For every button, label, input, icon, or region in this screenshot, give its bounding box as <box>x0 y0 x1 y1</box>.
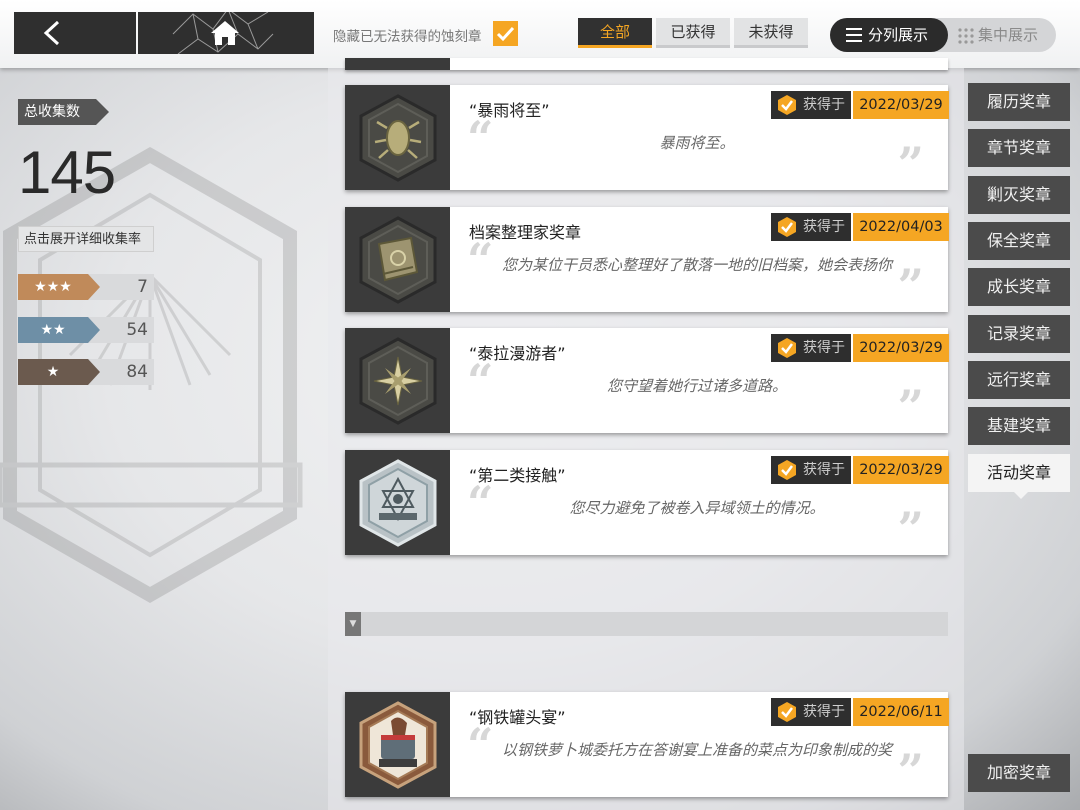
one-star-icon: ★ <box>18 359 100 385</box>
medal-card[interactable]: 档案整理家奖章 “ 您为某位干员悉心整理好了散落一地的旧档案，她会表扬你 ” 获… <box>345 207 949 313</box>
medal-description: 暴雨将至。 <box>659 134 735 152</box>
bug-emblem-icon <box>359 94 437 182</box>
rarity-count: 54 <box>126 320 148 340</box>
list-lines-icon <box>846 28 862 42</box>
medal-card[interactable]: “泰拉漫游者” “ 您守望着她行过诸多道路。 ” 获得于 2022/03/29 <box>345 328 949 434</box>
close-quote-icon: ” <box>897 502 924 556</box>
total-collected-label: 总收集数 <box>18 99 109 125</box>
collapse-handle-icon[interactable]: ▼ <box>345 612 361 636</box>
obtained-date: 2022/03/29 <box>853 334 949 362</box>
obtained-check-icon <box>778 217 796 237</box>
obtained-date: 2022/04/03 <box>853 213 949 241</box>
category-tab-event[interactable]: 活动奖章 <box>968 454 1070 499</box>
dot-grid-icon <box>958 28 974 44</box>
obtained-check-icon <box>778 338 796 358</box>
filter-tab-all[interactable]: 全部 <box>578 18 652 48</box>
rarity-count: 7 <box>137 277 148 297</box>
obtained-badge: 获得于 <box>771 698 851 726</box>
obtained-badge: 获得于 <box>771 334 851 362</box>
category-tab-base[interactable]: 基建奖章 <box>968 407 1070 445</box>
category-tab-contingency[interactable]: 保全奖章 <box>968 222 1070 260</box>
back-button[interactable] <box>14 12 136 54</box>
obtained-label: 获得于 <box>803 704 845 720</box>
holographic-emblem-icon <box>359 459 437 547</box>
section-divider[interactable]: ▼ <box>345 612 948 636</box>
close-quote-icon: ” <box>897 137 924 191</box>
category-tab-encrypted[interactable]: 加密奖章 <box>968 754 1070 792</box>
medal-icon-frame <box>345 207 450 312</box>
medal-card[interactable]: “暴雨将至” “ 暴雨将至。 ” 获得于 2022/03/29 <box>345 85 949 191</box>
category-tab-record[interactable]: 记录奖章 <box>968 315 1070 353</box>
view-mode-split-label: 分列展示 <box>868 26 929 44</box>
category-tab-growth[interactable]: 成长奖章 <box>968 268 1070 306</box>
obtained-label: 获得于 <box>803 97 845 113</box>
obtained-check-icon <box>778 460 796 480</box>
compass-star-icon <box>359 337 437 425</box>
home-button[interactable] <box>138 12 314 54</box>
rarity-count: 84 <box>126 362 148 382</box>
house-icon <box>211 21 239 45</box>
banquet-emblem-icon <box>359 701 437 789</box>
category-tab-chapter[interactable]: 章节奖章 <box>968 129 1070 167</box>
obtained-label: 获得于 <box>803 462 845 478</box>
filter-tab-not-obtained[interactable]: 未获得 <box>734 18 808 48</box>
medal-icon-frame <box>345 692 450 797</box>
obtained-check-icon <box>778 702 796 722</box>
obtained-label: 获得于 <box>803 340 845 356</box>
obtained-date: 2022/06/11 <box>853 698 949 726</box>
obtained-label: 获得于 <box>803 219 845 235</box>
expand-detail-button[interactable]: 点击展开详细收集率 <box>18 226 154 252</box>
close-quote-icon: ” <box>897 380 924 434</box>
two-star-icon: ★★ <box>18 317 100 343</box>
medal-description: 您为某位干员悉心整理好了散落一地的旧档案，她会表扬你 <box>501 256 892 274</box>
medal-card[interactable]: “钢铁罐头宴” “ 以钢铁萝卜城委托方在答谢宴上准备的菜点为印象制成的奖 ” 获… <box>345 692 949 798</box>
category-tab-voyage[interactable]: 远行奖章 <box>968 361 1070 399</box>
close-quote-icon: ” <box>897 744 924 798</box>
rarity-row-1-star: ★ 84 <box>18 359 154 385</box>
filter-tab-obtained[interactable]: 已获得 <box>656 18 730 48</box>
obtained-date: 2022/03/29 <box>853 456 949 484</box>
obtained-badge: 获得于 <box>771 213 851 241</box>
medal-card[interactable]: “第二类接触” “ 您尽力避免了被卷入异域领土的情况。 ” 获得于 2022/0… <box>345 450 949 556</box>
total-collected-count: 145 <box>18 139 116 206</box>
obtained-date: 2022/03/29 <box>853 91 949 119</box>
obtained-badge: 获得于 <box>771 91 851 119</box>
close-quote-icon: ” <box>897 259 924 313</box>
medal-icon-frame <box>345 85 450 190</box>
chevron-left-icon <box>43 20 60 46</box>
view-mode-toggle: 分列展示 集中展示 <box>830 18 1056 52</box>
view-mode-grouped-button[interactable]: 集中展示 <box>954 18 1054 52</box>
obtained-check-icon <box>778 95 796 115</box>
medal-icon-frame <box>345 450 450 555</box>
view-mode-grouped-label: 集中展示 <box>978 26 1039 44</box>
checkmark-icon <box>496 26 515 42</box>
category-tab-profile[interactable]: 履历奖章 <box>968 83 1070 121</box>
medal-description: 您尽力避免了被卷入异域领土的情况。 <box>569 499 825 517</box>
rarity-row-3-star: ★★★ 7 <box>18 274 154 300</box>
hide-unobtainable-label: 隐藏已无法获得的蚀刻章 <box>333 29 482 45</box>
medal-icon-frame <box>345 328 450 433</box>
rarity-row-2-star: ★★ 54 <box>18 317 154 343</box>
three-star-icon: ★★★ <box>18 274 100 300</box>
medal-description: 您守望着她行过诸多道路。 <box>606 377 787 395</box>
medal-card-partial[interactable] <box>345 58 948 70</box>
view-mode-split-button[interactable]: 分列展示 <box>830 18 948 52</box>
hide-unobtainable-checkbox[interactable] <box>493 21 518 46</box>
book-emblem-icon <box>359 216 437 304</box>
category-tab-annihilation[interactable]: 剿灭奖章 <box>968 176 1070 214</box>
obtained-badge: 获得于 <box>771 456 851 484</box>
medal-description: 以钢铁萝卜城委托方在答谢宴上准备的菜点为印象制成的奖 <box>501 741 892 759</box>
